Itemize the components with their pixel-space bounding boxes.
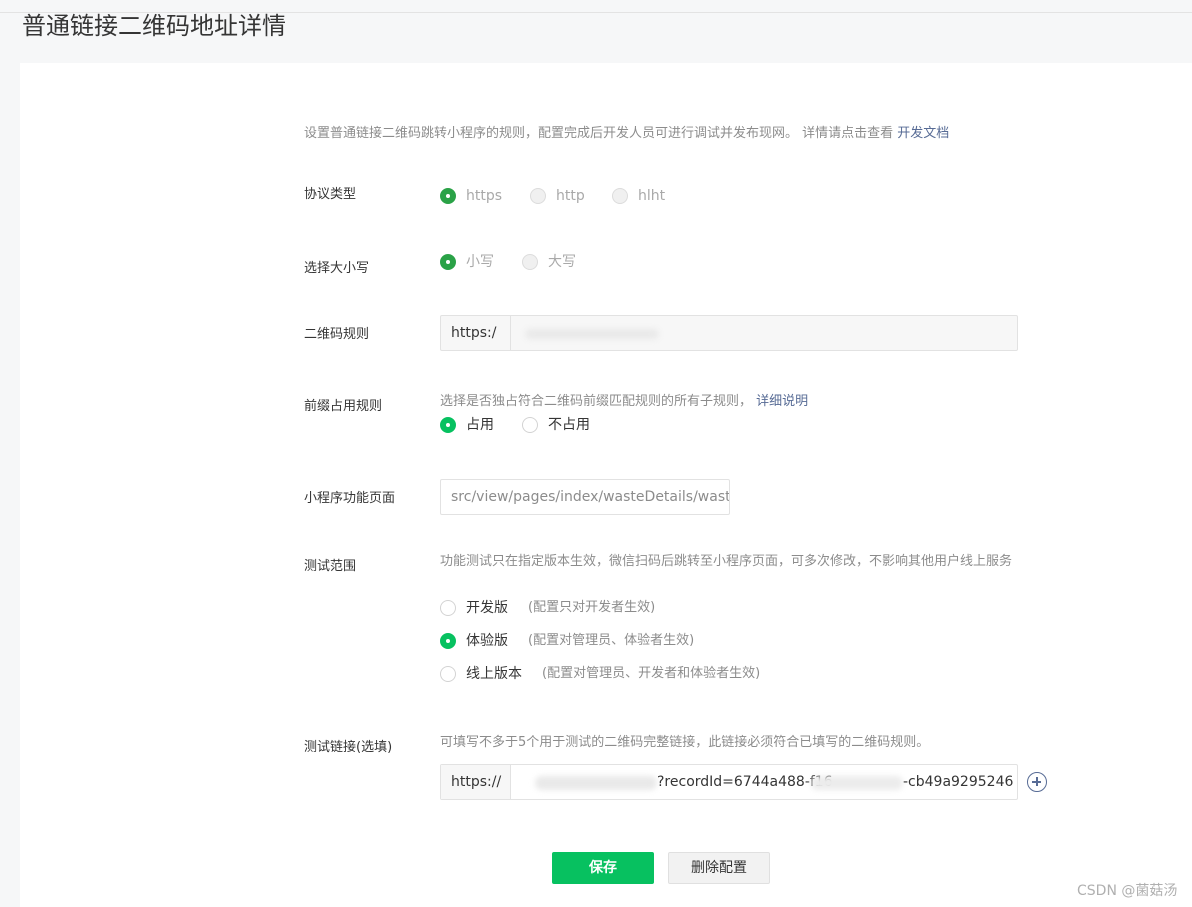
- test-scope-label: 测试范围: [304, 559, 357, 574]
- protocol-option-label: hlht: [638, 188, 666, 204]
- test-link-label: 测试链接(选填): [304, 740, 393, 755]
- redacted-mask: [525, 329, 659, 339]
- prefix-rule-label: 前缀占用规则: [304, 399, 383, 414]
- redacted-mask: [811, 776, 903, 790]
- prefix-rule-hint-text: 选择是否独占符合二维码前缀匹配规则的所有子规则，: [440, 394, 753, 409]
- page-path-input[interactable]: src/view/pages/index/wasteDetails/wast: [440, 479, 730, 515]
- radio-unchecked-icon: [522, 254, 538, 270]
- radio-unchecked-icon: [530, 188, 546, 204]
- protocol-option-label: https: [466, 188, 503, 204]
- prefix-radio-occupy[interactable]: 占用: [440, 415, 494, 435]
- scope-option-label: 线上版本: [466, 666, 522, 682]
- intro-text: 设置普通链接二维码跳转小程序的规则，配置完成后开发人员可进行调试并发布现网。 详…: [304, 124, 949, 144]
- prefix-option-label: 不占用: [548, 417, 590, 433]
- radio-unchecked-icon: [522, 417, 538, 433]
- test-link-input[interactable]: https:// ?recordId=6744a488-f16 -cb49a92…: [440, 764, 1018, 800]
- test-link-hint: 可填写不多于5个用于测试的二维码完整链接，此链接必须符合已填写的二维码规则。: [440, 735, 930, 750]
- qr-rule-input[interactable]: https:/: [440, 315, 1018, 351]
- radio-unchecked-icon: [612, 188, 628, 204]
- details-link[interactable]: 详细说明: [756, 394, 808, 409]
- delete-config-button[interactable]: 删除配置: [668, 852, 770, 884]
- radio-unchecked-icon: [440, 666, 456, 682]
- case-label: 选择大小写: [304, 261, 370, 276]
- protocol-radio-hlht[interactable]: hlht: [612, 186, 665, 206]
- scope-option-note: (配置只对开发者生效): [528, 600, 656, 615]
- scope-radio-trial[interactable]: 体验版 (配置对管理员、体验者生效): [440, 631, 694, 651]
- radio-checked-icon: [440, 633, 456, 649]
- protocol-label: 协议类型: [304, 187, 357, 202]
- intro-description: 设置普通链接二维码跳转小程序的规则，配置完成后开发人员可进行调试并发布现网。 详…: [304, 126, 894, 141]
- case-radio-upper[interactable]: 大写: [522, 252, 576, 272]
- test-link-value: ?recordId=6744a488-f16 -cb49a9295246: [511, 765, 1017, 799]
- redacted-mask: [535, 776, 657, 790]
- radio-checked-icon: [440, 188, 456, 204]
- test-link-value-part: -cb49a9295246: [903, 774, 1014, 790]
- scope-radio-online[interactable]: 线上版本 (配置对管理员、开发者和体验者生效): [440, 664, 760, 684]
- case-radio-lower[interactable]: 小写: [440, 252, 494, 272]
- test-link-prefix: https://: [441, 765, 511, 799]
- test-link-value-part: ?recordId=6744a488-f16: [657, 774, 833, 790]
- watermark: CSDN @菌菇汤: [1077, 883, 1178, 899]
- test-scope-hint: 功能测试只在指定版本生效，微信扫码后跳转至小程序页面，可多次修改，不影响其他用户…: [440, 554, 1013, 569]
- case-option-label: 小写: [466, 254, 494, 270]
- radio-checked-icon: [440, 254, 456, 270]
- scope-option-note: (配置对管理员、体验者生效): [528, 633, 695, 648]
- radio-unchecked-icon: [440, 600, 456, 616]
- protocol-radio-http[interactable]: http: [530, 186, 585, 206]
- prefix-radio-no-occupy[interactable]: 不占用: [522, 415, 590, 435]
- scope-option-note: (配置对管理员、开发者和体验者生效): [542, 666, 761, 681]
- scope-option-label: 体验版: [466, 633, 508, 649]
- prefix-option-label: 占用: [466, 417, 494, 433]
- scope-option-label: 开发版: [466, 600, 508, 616]
- protocol-radio-https[interactable]: https: [440, 186, 502, 206]
- dev-docs-link[interactable]: 开发文档: [897, 126, 949, 141]
- protocol-option-label: http: [556, 188, 585, 204]
- radio-checked-icon: [440, 417, 456, 433]
- scope-radio-dev[interactable]: 开发版 (配置只对开发者生效): [440, 598, 655, 618]
- page-title: 普通链接二维码地址详情: [22, 12, 286, 40]
- prefix-rule-hint: 选择是否独占符合二维码前缀匹配规则的所有子规则， 详细说明: [440, 391, 808, 413]
- add-link-icon[interactable]: [1027, 772, 1047, 792]
- qr-rule-label: 二维码规则: [304, 327, 370, 342]
- save-button[interactable]: 保存: [552, 852, 654, 884]
- qr-rule-value: [511, 316, 1017, 350]
- page-path-label: 小程序功能页面: [304, 491, 396, 506]
- qr-rule-prefix: https:/: [441, 316, 511, 350]
- case-option-label: 大写: [548, 254, 576, 270]
